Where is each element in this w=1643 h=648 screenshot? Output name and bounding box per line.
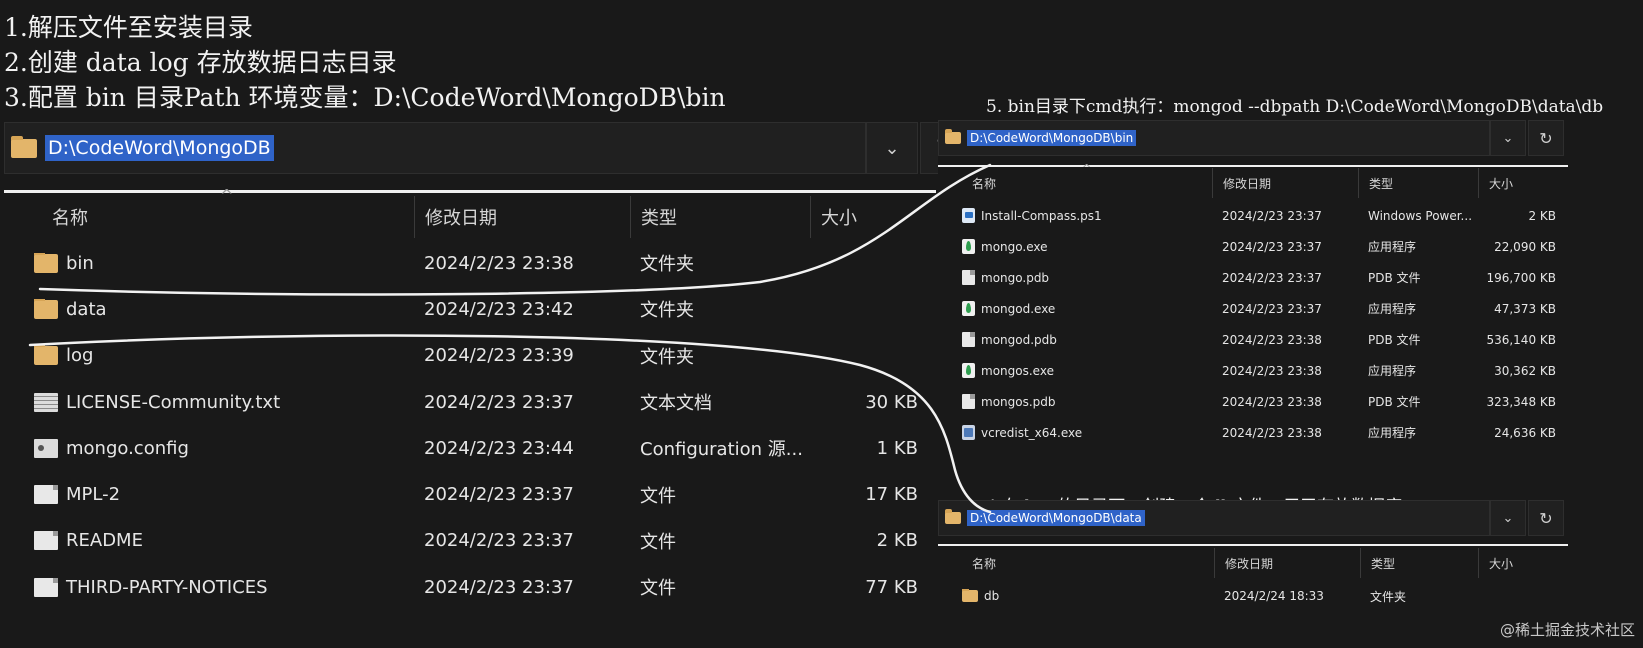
underline-bin-curve — [38, 163, 992, 296]
annotation-curves — [28, 163, 992, 514]
watermark: @稀土掘金技术社区 — [1499, 621, 1635, 639]
underline-data-curve — [28, 334, 992, 514]
